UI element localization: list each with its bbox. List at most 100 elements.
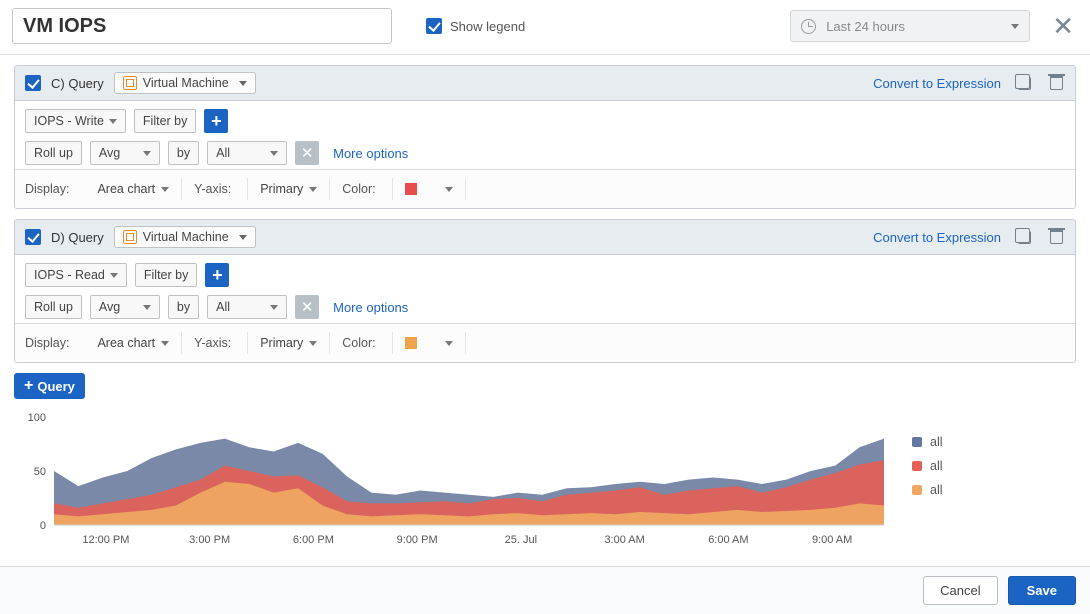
convert-to-expression-link[interactable]: Convert to Expression — [873, 230, 1001, 245]
legend-item[interactable]: all — [912, 483, 943, 497]
chevron-down-icon — [270, 305, 278, 310]
svg-text:3:00 PM: 3:00 PM — [189, 534, 230, 546]
display-label: Display: — [25, 182, 69, 196]
query-enable-checkbox[interactable] — [25, 75, 41, 91]
display-label: Display: — [25, 336, 69, 350]
svg-text:25. Jul: 25. Jul — [505, 534, 537, 546]
svg-text:6:00 PM: 6:00 PM — [293, 534, 334, 546]
svg-text:12:00 PM: 12:00 PM — [82, 534, 129, 546]
convert-to-expression-link[interactable]: Convert to Expression — [873, 76, 1001, 91]
chevron-down-icon — [143, 305, 151, 310]
chevron-down-icon — [445, 187, 453, 192]
query-block-c: C) Query Virtual Machine Convert to Expr… — [14, 65, 1076, 209]
chart-type-selector[interactable]: Area chart — [85, 178, 182, 200]
chevron-down-icon — [161, 341, 169, 346]
color-selector[interactable] — [393, 178, 466, 200]
editor-header: Show legend Last 24 hours ✕ — [0, 0, 1090, 55]
show-legend-toggle[interactable]: Show legend — [426, 18, 525, 34]
by-label: by — [168, 295, 199, 319]
add-filter-button[interactable]: + — [205, 263, 229, 287]
duplicate-icon — [1018, 231, 1031, 244]
legend-swatch — [912, 437, 922, 447]
chevron-down-icon — [445, 341, 453, 346]
trash-icon — [1050, 76, 1063, 90]
close-icon[interactable]: ✕ — [1048, 13, 1078, 39]
duplicate-button[interactable] — [1015, 74, 1033, 92]
cancel-button[interactable]: Cancel — [923, 576, 997, 605]
chevron-down-icon — [110, 273, 118, 278]
query-enable-checkbox[interactable] — [25, 229, 41, 245]
show-legend-label: Show legend — [450, 19, 525, 34]
group-selector[interactable]: All — [207, 141, 287, 165]
by-label: by — [168, 141, 199, 165]
checkbox-checked-icon — [426, 18, 442, 34]
delete-button[interactable] — [1047, 74, 1065, 92]
virtual-machine-icon — [123, 230, 137, 244]
group-selector[interactable]: All — [207, 295, 287, 319]
add-filter-button[interactable]: + — [204, 109, 228, 133]
svg-text:3:00 AM: 3:00 AM — [604, 534, 644, 546]
svg-text:6:00 AM: 6:00 AM — [708, 534, 748, 546]
duplicate-button[interactable] — [1015, 228, 1033, 246]
legend-item[interactable]: all — [912, 435, 943, 449]
yaxis-selector[interactable]: Primary — [248, 332, 330, 354]
metric-selector[interactable]: IOPS - Write — [25, 109, 126, 133]
svg-text:9:00 PM: 9:00 PM — [397, 534, 438, 546]
more-options-link[interactable]: More options — [333, 146, 408, 161]
chevron-down-icon — [161, 187, 169, 192]
time-range-picker[interactable]: Last 24 hours — [790, 10, 1030, 42]
delete-button[interactable] — [1047, 228, 1065, 246]
clear-group-button[interactable]: ✕ — [295, 295, 319, 319]
rollup-label[interactable]: Roll up — [25, 141, 82, 165]
plus-icon: + — [24, 378, 33, 394]
filter-by-button[interactable]: Filter by — [135, 263, 197, 287]
chart-legend: all all all — [912, 409, 943, 549]
color-swatch — [405, 337, 417, 349]
query-head-actions: Convert to Expression — [873, 74, 1065, 92]
yaxis-label: Y-axis: — [194, 182, 231, 196]
duplicate-icon — [1018, 77, 1031, 90]
save-button[interactable]: Save — [1008, 576, 1076, 605]
time-range-label: Last 24 hours — [826, 19, 905, 34]
legend-swatch — [912, 485, 922, 495]
header-right: Last 24 hours ✕ — [790, 10, 1078, 42]
add-query-button[interactable]: + Query — [14, 373, 85, 399]
rollup-label[interactable]: Roll up — [25, 295, 82, 319]
chart-type-selector[interactable]: Area chart — [85, 332, 182, 354]
query-title: D) Query — [51, 230, 104, 245]
trash-icon — [1050, 230, 1063, 244]
aggregation-selector[interactable]: Avg — [90, 295, 160, 319]
aggregation-selector[interactable]: Avg — [90, 141, 160, 165]
more-options-link[interactable]: More options — [333, 300, 408, 315]
chevron-down-icon — [239, 235, 247, 240]
color-swatch — [405, 183, 417, 195]
query-head: C) Query Virtual Machine Convert to Expr… — [15, 66, 1075, 101]
query-title: C) Query — [51, 76, 104, 91]
editor-body: C) Query Virtual Machine Convert to Expr… — [0, 55, 1090, 407]
query-body: IOPS - Read Filter by + Roll up Avg by A… — [15, 255, 1075, 323]
widget-title-input[interactable] — [12, 8, 392, 44]
legend-swatch — [912, 461, 922, 471]
footer: Cancel Save — [0, 566, 1090, 614]
filter-by-button[interactable]: Filter by — [134, 109, 196, 133]
entity-selector[interactable]: Virtual Machine — [114, 226, 256, 248]
svg-text:9:00 AM: 9:00 AM — [812, 534, 852, 546]
chevron-down-icon — [239, 81, 247, 86]
query-block-d: D) Query Virtual Machine Convert to Expr… — [14, 219, 1076, 363]
color-selector[interactable] — [393, 332, 466, 354]
area-chart: 05010012:00 PM3:00 PM6:00 PM9:00 PM25. J… — [14, 409, 894, 549]
yaxis-label: Y-axis: — [194, 336, 231, 350]
metric-selector[interactable]: IOPS - Read — [25, 263, 127, 287]
yaxis-selector[interactable]: Primary — [248, 178, 330, 200]
clear-group-button[interactable]: ✕ — [295, 141, 319, 165]
chevron-down-icon — [1011, 24, 1019, 29]
chevron-down-icon — [309, 341, 317, 346]
display-row: Display: Area chart Y-axis: Primary Colo… — [15, 169, 1075, 208]
chevron-down-icon — [309, 187, 317, 192]
color-label: Color: — [342, 182, 375, 196]
entity-selector[interactable]: Virtual Machine — [114, 72, 256, 94]
legend-item[interactable]: all — [912, 459, 943, 473]
svg-text:100: 100 — [28, 412, 46, 424]
chevron-down-icon — [143, 151, 151, 156]
clock-icon — [801, 19, 816, 34]
